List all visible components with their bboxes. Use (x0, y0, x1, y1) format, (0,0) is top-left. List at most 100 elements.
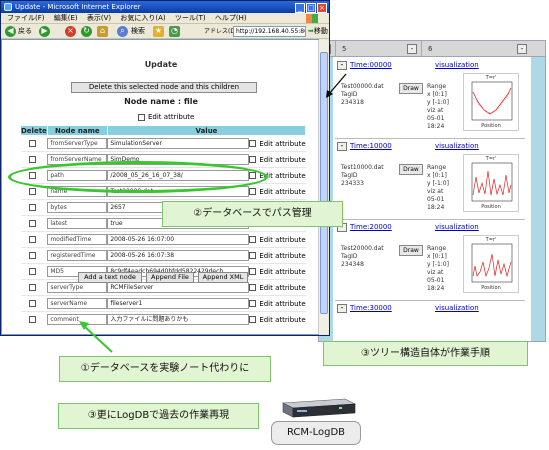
tree-header: - 5 - 6 - (319, 41, 545, 57)
collapse-icon[interactable]: - (337, 61, 347, 70)
delete-checkbox[interactable] (28, 268, 36, 275)
vertical-scrollbar[interactable] (318, 40, 328, 334)
attribute-value-field[interactable]: fileserver1 (107, 298, 250, 309)
tree-window: - 5 - 6 - - Time:00000 visualization Tes… (318, 40, 546, 342)
name-cell: modifiedTime (47, 231, 108, 248)
attribute-value-field[interactable]: 2008-05-26 16:07:38 (107, 250, 250, 261)
edit-attribute-checkbox[interactable] (138, 113, 145, 121)
search-icon[interactable]: ⌕ (117, 26, 128, 37)
delete-checkbox[interactable] (28, 156, 36, 163)
attribute-name-field[interactable]: bytes (47, 202, 108, 213)
menu-help[interactable]: ヘルプ(H) (215, 14, 247, 22)
edit-attribute-checkbox[interactable] (249, 268, 257, 275)
back-label[interactable]: 戻る (18, 26, 32, 37)
attribute-name-field[interactable]: fromServerType (47, 138, 108, 149)
edit-attribute-top[interactable]: Edit attribute (138, 113, 194, 122)
forward-arrow-icon[interactable]: ▶ (39, 26, 50, 37)
append-xml-button[interactable]: Append XML (198, 272, 248, 283)
tree-collapse-icon[interactable]: - (407, 44, 417, 54)
time-link[interactable]: Time:30000 (350, 304, 392, 312)
delete-checkbox[interactable] (28, 220, 36, 227)
draw-button[interactable]: Draw (399, 245, 423, 256)
scrollbar-thumb[interactable] (320, 52, 328, 314)
thumbnail-plot[interactable]: T=r' Position (463, 235, 519, 293)
edit-cell: Edit attribute (249, 279, 306, 296)
attribute-value-field[interactable]: SimulationServer (107, 138, 250, 149)
visualization-link[interactable]: visualization (435, 304, 479, 312)
callout-logdb: ③更にLogDBで過去の作業再現 (58, 403, 259, 429)
edit-attribute-checkbox[interactable] (249, 284, 257, 291)
go-button[interactable]: ➡移動 (308, 26, 328, 37)
edit-attribute-label: Edit attribute (259, 267, 306, 276)
menu-edit[interactable]: 編集(E) (54, 14, 78, 22)
visualization-link[interactable]: visualization (435, 61, 479, 69)
delete-checkbox[interactable] (28, 204, 36, 211)
collapse-icon[interactable]: - (337, 142, 347, 151)
thumbnail-plot[interactable]: T=r' Position (463, 73, 519, 131)
attribute-name-field[interactable]: serverName (47, 298, 108, 309)
edit-attribute-checkbox[interactable] (249, 300, 257, 307)
value-cell: 入力ファイルに問題ありかも (107, 311, 250, 328)
time-link[interactable]: Time:00000 (350, 61, 392, 69)
time-link[interactable]: Time:10000 (350, 142, 392, 150)
history-icon[interactable]: ◔ (169, 26, 180, 37)
thumbnail-plot[interactable]: T=r' Position (463, 154, 519, 212)
draw-button[interactable]: Draw (399, 164, 423, 175)
delete-checkbox[interactable] (28, 316, 36, 324)
delete-checkbox[interactable] (28, 140, 36, 147)
address-input[interactable]: http://192.168.40.55:8080 (233, 26, 306, 37)
col-delete: Delete (20, 125, 48, 136)
add-text-node-button[interactable]: Add a text node (78, 272, 142, 283)
delete-node-button[interactable]: Delete this selected node and this child… (71, 82, 257, 93)
attribute-name-field[interactable]: latest (47, 218, 108, 229)
range-info: Range x [0:1] y [-1:0] viz at 05-01 18:2… (427, 245, 449, 293)
attribute-name-field[interactable]: modifiedTime (47, 234, 108, 245)
attribute-name-field[interactable]: registeredTime (47, 250, 108, 261)
edit-attribute-label: Edit attribute (259, 251, 306, 260)
visualization-link[interactable]: visualization (435, 142, 479, 150)
attribute-value-field[interactable]: RCMFileServer (107, 282, 250, 293)
tree-node-time-00000: - Time:00000 visualization Test00000.dat… (335, 59, 525, 139)
delete-checkbox[interactable] (28, 236, 36, 243)
close-icon[interactable]: × (317, 3, 327, 13)
edit-attribute-checkbox[interactable] (249, 140, 257, 147)
time-link[interactable]: Time:20000 (350, 223, 392, 231)
delete-checkbox[interactable] (28, 284, 36, 291)
stop-icon[interactable]: × (65, 26, 76, 37)
edit-attribute-checkbox[interactable] (249, 252, 257, 259)
plot-xlabel: Position (481, 123, 501, 129)
delete-checkbox[interactable] (28, 252, 36, 259)
favorites-star-icon[interactable]: ★ (153, 26, 164, 37)
visualization-link[interactable]: visualization (435, 223, 479, 231)
attribute-name-field[interactable]: comment (47, 314, 108, 326)
edit-attribute-checkbox[interactable] (249, 188, 257, 195)
edit-attribute-checkbox[interactable] (249, 236, 257, 243)
attribute-name-field[interactable]: serverType (47, 282, 108, 293)
home-icon[interactable]: ⌂ (97, 26, 108, 37)
highlight-ellipse (8, 161, 268, 193)
delete-checkbox[interactable] (28, 300, 36, 307)
attribute-value-field[interactable]: 2008-05-26 16:07:00 (107, 234, 250, 245)
edit-attribute-checkbox[interactable] (249, 156, 257, 163)
back-arrow-icon[interactable]: ◀ (5, 26, 16, 37)
search-label[interactable]: 検索 (131, 26, 145, 37)
attribute-value-field[interactable]: 入力ファイルに問題ありかも (107, 314, 250, 326)
menu-view[interactable]: 表示(V) (87, 14, 111, 22)
tree-collapse-icon[interactable]: - (517, 44, 527, 54)
menu-file[interactable]: ファイル(F) (7, 14, 45, 22)
menu-tools[interactable]: ツール(T) (175, 14, 206, 22)
range-label: Range (427, 245, 447, 252)
menu-favorites[interactable]: お気に入り(A) (120, 14, 165, 22)
refresh-icon[interactable]: ↻ (81, 26, 92, 37)
draw-button[interactable]: Draw (399, 83, 423, 94)
callout-notebook: ①データベースを実験ノート代わりに (59, 356, 271, 382)
collapse-icon[interactable]: - (337, 304, 347, 313)
delete-checkbox[interactable] (28, 188, 36, 195)
maximize-icon[interactable]: □ (306, 3, 316, 13)
callout-tree-procedure: ③ツリー構造自体が作業手順 (323, 341, 528, 366)
delete-cell (20, 199, 48, 216)
edit-cell: Edit attribute (249, 231, 306, 248)
minimize-icon[interactable]: _ (295, 3, 305, 13)
edit-attribute-checkbox[interactable] (249, 316, 257, 324)
append-file-button[interactable]: Append File (146, 272, 194, 283)
